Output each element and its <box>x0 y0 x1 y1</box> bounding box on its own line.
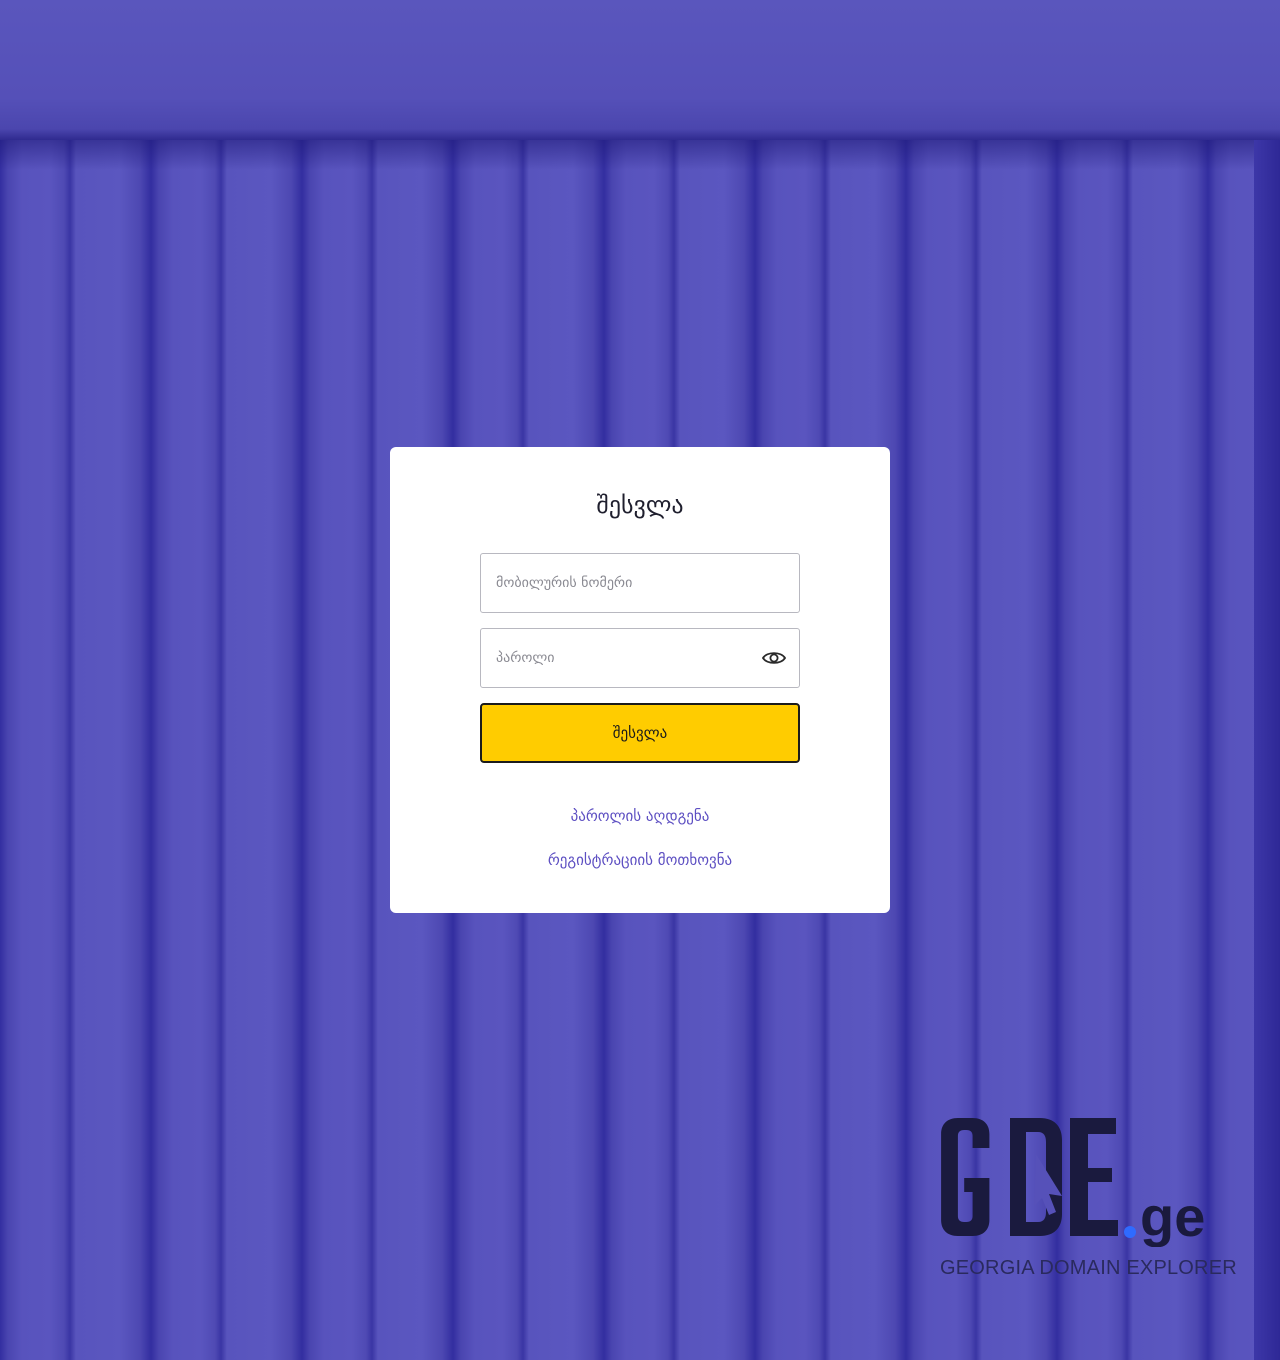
phone-field[interactable] <box>480 553 800 613</box>
phone-input[interactable] <box>481 554 799 612</box>
eye-icon[interactable] <box>761 645 787 671</box>
gde-logo-mark: ge <box>941 1118 1205 1247</box>
gde-logo-wordmark: ge <box>1140 1185 1205 1247</box>
password-input[interactable] <box>481 629 799 687</box>
register-request-link[interactable]: რეგისტრაციის მოთხოვნა <box>390 849 890 871</box>
forgot-password-link[interactable]: პაროლის აღდგენა <box>390 805 890 827</box>
background-container-top <box>0 0 1280 140</box>
background-container-edge <box>1254 140 1280 1360</box>
login-title: შესვლა <box>596 491 684 519</box>
password-field[interactable] <box>480 628 800 688</box>
gde-logo-tagline: GEORGIA DOMAIN EXPLORER <box>940 1257 1237 1279</box>
login-button[interactable]: შესვლა <box>480 703 800 763</box>
